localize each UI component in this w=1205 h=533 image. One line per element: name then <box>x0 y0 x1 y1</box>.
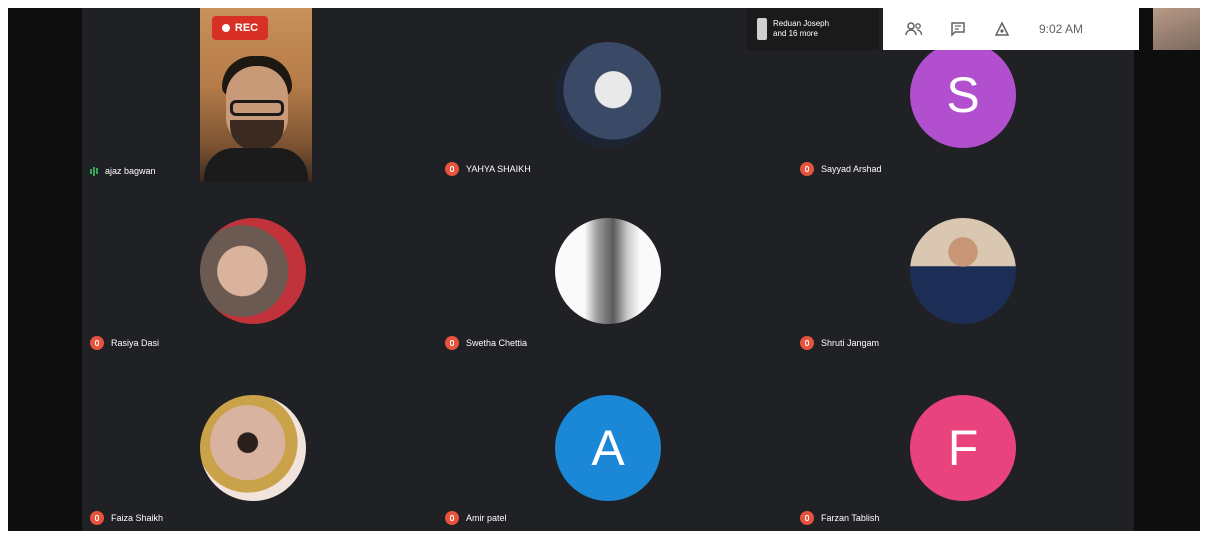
participant-avatar <box>555 218 661 324</box>
recording-badge: REC <box>212 16 268 40</box>
notification-line: and 16 more <box>773 29 818 38</box>
join-notification[interactable]: Reduan Joseph and 16 more <box>747 8 879 50</box>
participant-tile[interactable]: Rasiya Dasi <box>82 182 424 356</box>
participant-name-tag: Shruti Jangam <box>800 336 879 350</box>
participant-avatar <box>200 395 306 501</box>
participant-avatar <box>910 218 1016 324</box>
notification-thumbnail <box>757 18 767 40</box>
participant-tile[interactable]: REC ajaz bagwan <box>82 8 424 182</box>
mic-off-icon <box>800 162 814 176</box>
participant-tile[interactable]: Swetha Chettia <box>437 182 779 356</box>
participant-name: ajaz bagwan <box>105 166 156 176</box>
mic-off-icon <box>90 336 104 350</box>
participant-name-tag: Farzan Tablish <box>800 511 879 525</box>
participant-name: Shruti Jangam <box>821 338 880 348</box>
mic-off-icon <box>800 336 814 350</box>
people-icon[interactable] <box>905 20 923 38</box>
participant-avatar: F <box>910 395 1016 501</box>
notification-text: Reduan Joseph and 16 more <box>773 19 829 39</box>
avatar-letter: A <box>591 420 625 476</box>
record-dot-icon <box>221 24 230 32</box>
meeting-window: REC ajaz bagwan YAHYA SHAIKH S Sayyad Ar… <box>8 8 1200 531</box>
participant-tile[interactable]: A Amir patel <box>437 357 779 531</box>
mic-off-icon <box>445 336 459 350</box>
participant-name: YAHYA SHAIKH <box>466 164 531 174</box>
participant-name: Sayyad Arshad <box>821 164 882 174</box>
mic-off-icon <box>445 162 459 176</box>
top-bar: Reduan Joseph and 16 more 9:02 AM <box>747 8 1139 50</box>
mic-off-icon <box>800 511 814 525</box>
meeting-controls: 9:02 AM <box>883 8 1139 50</box>
participant-avatar <box>555 42 661 148</box>
participant-tile[interactable]: F Farzan Tablish <box>792 357 1134 531</box>
self-view-thumbnail[interactable] <box>1153 8 1200 50</box>
participant-name-tag: ajaz bagwan <box>90 166 156 176</box>
participant-tile[interactable]: Faiza Shaikh <box>82 357 424 531</box>
mic-off-icon <box>90 511 104 525</box>
participant-name-tag: Amir patel <box>445 511 507 525</box>
participant-name: Swetha Chettia <box>466 338 528 348</box>
participant-name-tag: Faiza Shaikh <box>90 511 163 525</box>
participant-name-tag: YAHYA SHAIKH <box>445 162 531 176</box>
recording-label: REC <box>234 22 259 34</box>
participant-name: Faiza Shaikh <box>111 513 164 523</box>
participant-name: Farzan Tablish <box>821 513 880 523</box>
participant-tile[interactable]: YAHYA SHAIKH <box>437 8 779 182</box>
activities-icon[interactable] <box>993 20 1011 38</box>
participant-name: Amir patel <box>466 513 507 523</box>
clock: 9:02 AM <box>1039 22 1084 36</box>
participant-tile[interactable]: Shruti Jangam <box>792 182 1134 356</box>
participant-grid: REC ajaz bagwan YAHYA SHAIKH S Sayyad Ar… <box>82 8 1134 531</box>
participant-name-tag: Rasiya Dasi <box>90 336 159 350</box>
avatar-letter: F <box>947 420 979 476</box>
chat-icon[interactable] <box>949 20 967 38</box>
participant-name: Rasiya Dasi <box>111 338 160 348</box>
participant-name-tag: Sayyad Arshad <box>800 162 882 176</box>
participant-avatar: A <box>555 395 661 501</box>
participant-avatar: S <box>910 42 1016 148</box>
participant-avatar <box>200 218 306 324</box>
speaking-indicator-icon <box>90 166 98 176</box>
notification-line: Reduan Joseph <box>773 19 830 28</box>
avatar-letter: S <box>946 67 980 123</box>
participant-name-tag: Swetha Chettia <box>445 336 527 350</box>
mic-off-icon <box>445 511 459 525</box>
